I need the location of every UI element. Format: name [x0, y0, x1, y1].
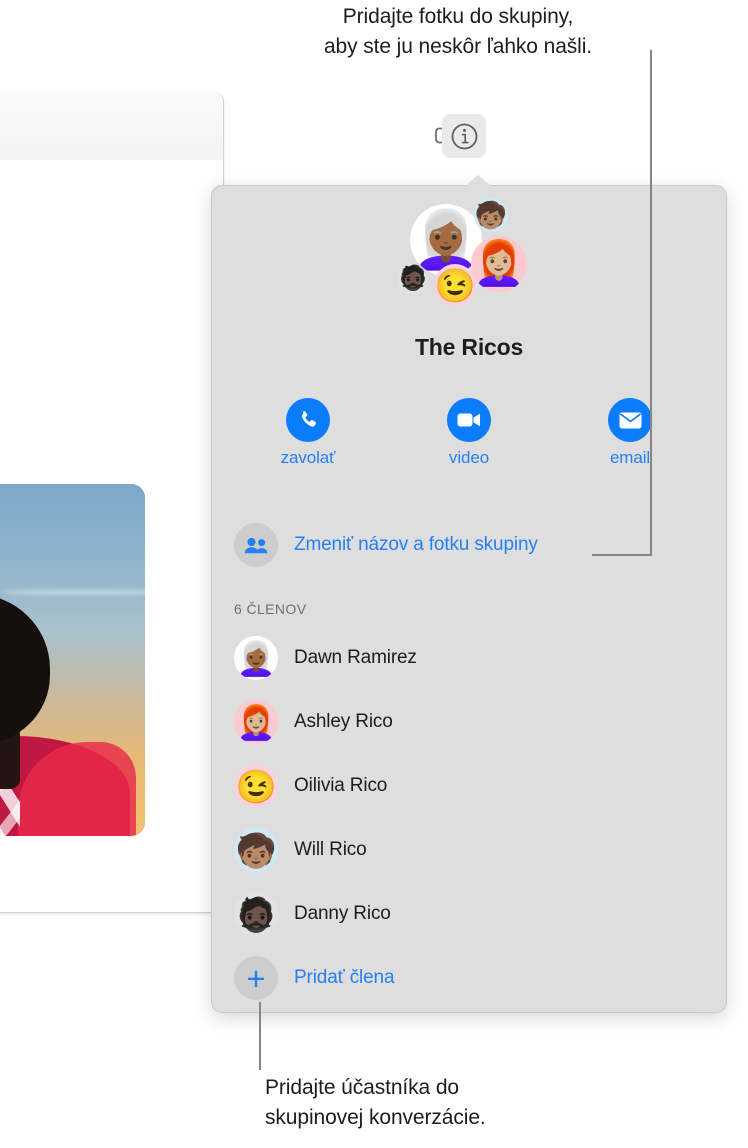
call-button-circle — [286, 398, 330, 442]
info-button[interactable] — [442, 114, 486, 158]
email-button-circle — [608, 398, 652, 442]
photo-cloud — [1, 589, 145, 595]
plus-icon-glyph: + — [246, 959, 266, 997]
email-button[interactable]: email — [582, 398, 678, 468]
cluster-avatar-glyph: 😉 — [434, 266, 476, 304]
avatar: 👩🏼‍🦰 — [234, 700, 278, 744]
popover-arrow — [465, 175, 491, 186]
callout-leader-line-top-horizontal — [592, 554, 652, 556]
member-name: Oilivia Rico — [294, 775, 388, 796]
cluster-avatar-oilivia: 😉 — [434, 264, 476, 306]
video-button-label: video — [448, 448, 490, 467]
two-people-icon-glyph — [244, 537, 267, 553]
callout-leader-line-top-vertical — [650, 50, 652, 556]
two-people-icon — [234, 523, 278, 567]
change-group-name-photo-label: Zmeniť názov a fotku skupiny — [294, 534, 538, 555]
phone-icon — [302, 411, 316, 427]
cluster-avatar-danny: 🧔🏿 — [398, 264, 428, 294]
info-circle-icon — [451, 123, 477, 149]
avatar: 🧔🏿 — [234, 892, 278, 936]
members-list: 👩🏾‍🦳 Dawn Ramirez 👩🏼‍🦰 Ashley Rico 😉 Oil… — [234, 626, 712, 1010]
avatar: 👩🏾‍🦳 — [234, 636, 278, 680]
cluster-avatar-glyph: 🧒🏽 — [474, 200, 508, 230]
callout-leader-line-bottom — [259, 1002, 261, 1070]
photo-message-bubble[interactable] — [0, 484, 145, 836]
cluster-avatar-ashley: 👩🏼‍🦰 — [471, 236, 527, 292]
member-row-oilivia-rico[interactable]: 😉 Oilivia Rico — [234, 754, 712, 818]
add-member-label: Pridať člena — [294, 967, 395, 988]
avatar: 😉 — [234, 764, 278, 808]
group-title: The Ricos — [414, 334, 524, 360]
member-row-dawn-ramirez[interactable]: 👩🏾‍🦳 Dawn Ramirez — [234, 626, 712, 690]
member-name: Danny Rico — [294, 903, 391, 924]
call-button-label: zavolať — [280, 448, 336, 467]
member-name: Dawn Ramirez — [294, 647, 417, 668]
avatar-glyph: 👩🏼‍🦰 — [235, 703, 277, 741]
member-name: Ashley Rico — [294, 711, 393, 732]
window-toolbar — [0, 92, 223, 161]
callout-top-text: Pridajte fotku do skupiny, aby ste ju ne… — [323, 5, 593, 58]
call-button[interactable]: zavolať — [260, 398, 356, 468]
avatar-glyph: 😉 — [235, 767, 277, 805]
avatar: 🧒🏽 — [234, 828, 278, 872]
action-buttons: zavolať video email — [260, 398, 678, 468]
screenshot-root: 👩🏾‍🦳 🧒🏽 👩🏼‍🦰 🧔🏿 😉 The Ricos — [0, 0, 748, 1148]
group-avatar-cluster[interactable]: 👩🏾‍🦳 🧒🏽 👩🏼‍🦰 🧔🏿 😉 — [212, 194, 726, 319]
add-member-row[interactable]: + Pridať člena — [234, 946, 712, 1010]
member-row-will-rico[interactable]: 🧒🏽 Will Rico — [234, 818, 712, 882]
cluster-avatar-will: 🧒🏽 — [474, 198, 508, 232]
change-group-name-photo-row[interactable]: Zmeniť názov a fotku skupiny — [234, 523, 538, 567]
video-button-circle — [447, 398, 491, 442]
avatar-glyph: 🧒🏽 — [235, 831, 277, 869]
callout-bottom-text: Pridajte účastníka do skupinovej konverz… — [265, 1076, 486, 1129]
members-section-heading: 6 ČLENOV — [234, 601, 307, 617]
member-row-danny-rico[interactable]: 🧔🏿 Danny Rico — [234, 882, 712, 946]
member-name: Will Rico — [294, 839, 367, 860]
email-button-label: email — [609, 448, 651, 467]
avatar-glyph: 👩🏾‍🦳 — [235, 639, 277, 677]
video-button[interactable]: video — [421, 398, 517, 468]
member-row-ashley-rico[interactable]: 👩🏼‍🦰 Ashley Rico — [234, 690, 712, 754]
plus-icon: + — [234, 956, 278, 1000]
envelope-icon — [619, 412, 641, 428]
cluster-avatar-glyph: 👩🏼‍🦰 — [472, 239, 526, 288]
video-camera-icon — [457, 413, 480, 427]
cluster-avatar-glyph: 🧔🏿 — [398, 265, 428, 292]
avatar-glyph: 🧔🏿 — [235, 895, 277, 933]
